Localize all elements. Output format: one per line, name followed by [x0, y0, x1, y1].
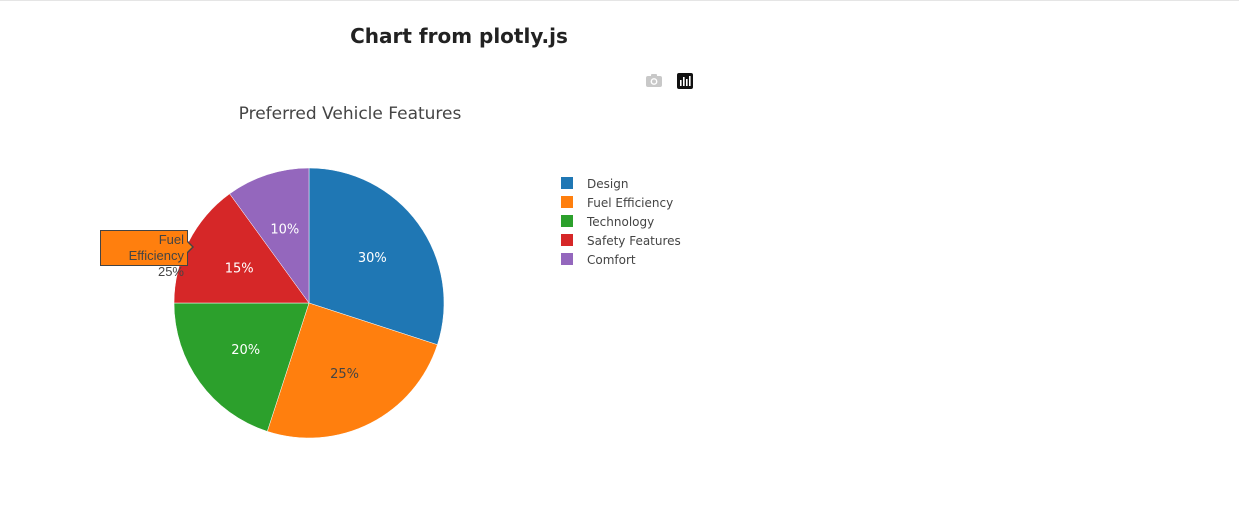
hover-tooltip: Fuel Efficiency 25% [100, 230, 188, 279]
legend-item-label[interactable]: Technology [586, 215, 654, 229]
legend-swatch[interactable] [561, 234, 573, 246]
legend-swatch[interactable] [561, 196, 573, 208]
chart-title: Preferred Vehicle Features [239, 104, 462, 124]
legend-item-label[interactable]: Safety Features [587, 234, 681, 248]
legend-item-label[interactable]: Design [587, 177, 628, 191]
camera-icon[interactable] [643, 71, 665, 91]
plotly-logo-icon[interactable] [675, 71, 697, 91]
pie-slice-label: 30% [358, 251, 387, 266]
legend-swatch[interactable] [561, 215, 573, 227]
pie-slice-label: 20% [231, 343, 260, 358]
legend-swatch[interactable] [561, 177, 573, 189]
chart-modebar [641, 71, 701, 93]
tooltip-value: 25% [157, 264, 184, 279]
tooltip-pointer-fill [186, 241, 192, 253]
tooltip-label: Fuel Efficiency [128, 232, 184, 263]
pie-slice-label: 15% [225, 261, 254, 276]
pie-slice-label: 10% [270, 223, 299, 238]
legend-swatch[interactable] [561, 253, 573, 265]
legend-item-label[interactable]: Fuel Efficiency [587, 196, 673, 210]
legend-item-label[interactable]: Comfort [587, 253, 636, 267]
pie-slice-label: 25% [330, 367, 359, 382]
